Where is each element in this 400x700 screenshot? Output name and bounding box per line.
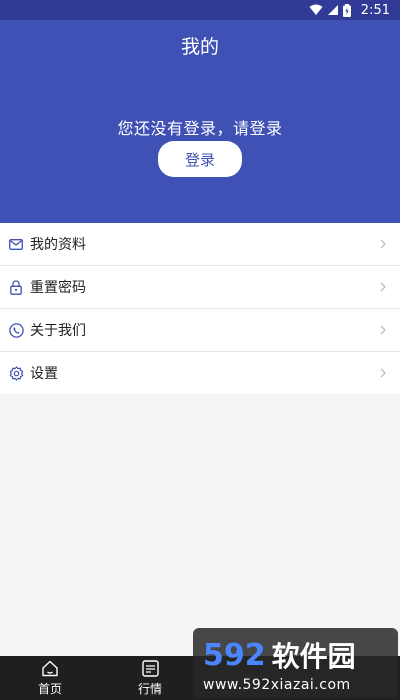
login-prompt: 您还没有登录，请登录 <box>117 119 283 138</box>
menu-item-label: 设置 <box>30 366 58 382</box>
site-watermark: 592 软件园 www.592xiazai.com <box>193 628 398 698</box>
menu-item-about-us[interactable]: 关于我们 <box>0 309 400 352</box>
lock-icon <box>8 279 24 295</box>
nav-item-label: 首页 <box>37 682 62 696</box>
menu-item-label: 我的资料 <box>30 237 86 253</box>
nav-item-home[interactable]: 首页 <box>0 656 100 700</box>
status-bar: 2:51 <box>0 0 400 20</box>
chart-box-icon <box>141 659 159 677</box>
gear-icon <box>8 365 24 381</box>
home-icon <box>41 659 59 677</box>
watermark-name: 软件园 <box>271 640 356 673</box>
watermark-logo: 592 软件园 <box>203 635 388 675</box>
chevron-right-icon <box>380 239 386 249</box>
watermark-url: www.592xiazai.com <box>203 677 351 693</box>
chevron-right-icon <box>380 325 386 335</box>
wifi-icon <box>309 4 323 15</box>
chevron-right-icon <box>380 282 386 292</box>
menu-item-label: 重置密码 <box>30 280 86 296</box>
page-title: 我的 <box>180 36 219 58</box>
signal-icon <box>327 5 338 15</box>
menu-item-label: 关于我们 <box>30 323 86 339</box>
profile-header: 我的 您还没有登录，请登录 登录 <box>0 20 400 223</box>
battery-icon <box>342 3 351 17</box>
menu-item-settings[interactable]: 设置 <box>0 352 400 394</box>
nav-item-market[interactable]: 行情 <box>100 656 200 700</box>
phone-icon <box>8 322 24 338</box>
status-icons <box>309 3 351 17</box>
status-time: 2:51 <box>360 2 390 18</box>
menu-list: 我的资料 重置密码 关于我们 设置 <box>0 223 400 394</box>
nav-item-label: 行情 <box>137 682 162 696</box>
mail-icon <box>8 236 24 252</box>
menu-item-reset-password[interactable]: 重置密码 <box>0 266 400 309</box>
menu-item-profile[interactable]: 我的资料 <box>0 223 400 266</box>
login-button[interactable]: 登录 <box>158 141 242 177</box>
chevron-right-icon <box>380 368 386 378</box>
watermark-number: 592 <box>203 637 266 673</box>
